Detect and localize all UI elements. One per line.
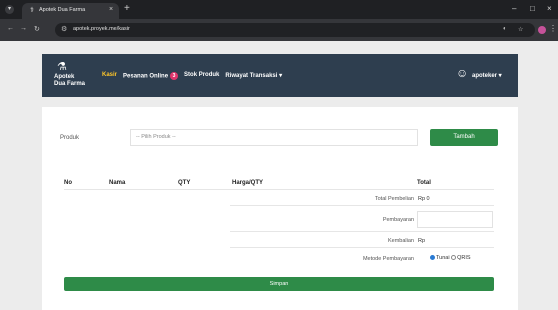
browser-toolbar: ← → ↻ ⚙ apotek.proyek.me/kasir ◐ ☆ ⋮ [0,19,558,41]
pembayaran-label: Pembayaran [382,217,414,223]
tab-close-icon[interactable]: × [109,6,113,13]
browser-tab-bar: ▾ ⚕ Apotek Dua Farma × + – □ × [0,0,558,19]
browser-menu-icon[interactable]: ⋮ [549,24,557,33]
nav-pesanan-label: Pesanan Online [123,73,169,80]
new-tab-button[interactable]: + [124,3,130,15]
radio-tunai-label: Tunai [436,255,450,261]
produk-select[interactable]: -- Pilih Produk -- [130,129,418,146]
reload-icon[interactable]: ↻ [34,25,40,33]
radio-tunai[interactable] [430,255,435,261]
top-navbar: ⚗ Apotek Dua Farma Kasir Pesanan Online 3… [42,54,518,97]
kasir-card: Produk -- Pilih Produk -- Tambah No Nama… [42,107,518,310]
back-icon[interactable]: ← [7,25,14,32]
col-total: Total [417,180,431,186]
site-info-icon[interactable]: ⚙ [61,25,67,33]
maximize-button[interactable]: □ [530,4,535,13]
url-text: apotek.proyek.me/kasir [73,26,130,32]
kembalian-value: Rp [418,238,426,244]
kembalian-divider [230,247,494,248]
nav-links: Kasir Pesanan Online 3 Stok Produk Riwaya… [102,72,282,80]
nav-riwayat-transaksi[interactable]: Riwayat Transaksi ▾ [225,72,282,80]
tab-title: Apotek Dua Farma [39,7,86,13]
mortar-pestle-logo-icon: ⚗ [57,61,67,73]
total-pembelian-value: Rp 0 [418,196,430,202]
user-avatar-icon: ☺ [456,66,469,80]
tambah-button[interactable]: Tambah [430,129,498,146]
radio-qris[interactable] [451,255,457,261]
nav-kasir[interactable]: Kasir [102,72,117,80]
brand-line-2: Dua Farma [54,80,86,87]
user-name: apoteker ▾ [472,73,502,79]
order-count-badge: 3 [170,72,179,80]
close-window-button[interactable]: × [547,4,552,13]
browser-tab[interactable]: ⚕ Apotek Dua Farma × [22,3,119,19]
extensions-icon[interactable]: ◐ [503,26,507,32]
bookmark-star-icon[interactable]: ☆ [518,26,523,33]
pembayaran-input[interactable] [417,211,493,228]
bayar-divider [230,231,494,232]
simpan-button[interactable]: Simpan [64,277,494,291]
metode-label: Metode Pembayaran [362,256,414,262]
radio-qris-label: QRIS [457,255,471,261]
address-bar[interactable]: ⚙ apotek.proyek.me/kasir ◐ ☆ [55,23,535,37]
favicon-icon: ⚕ [30,7,34,14]
total-pembelian-label: Total Pembelian [374,196,414,202]
profile-avatar[interactable] [538,26,546,34]
col-harga: Harga/QTY [232,180,264,186]
col-nama: Nama [109,180,126,186]
metode-radio-group: Tunai QRIS [430,255,471,261]
page-body: ⚗ Apotek Dua Farma Kasir Pesanan Online 3… [0,41,558,310]
kembalian-label: Kembalian [388,238,414,244]
header-divider [64,189,494,190]
produk-label: Produk [60,135,80,141]
brand-name[interactable]: Apotek Dua Farma [54,74,94,87]
forward-icon[interactable]: → [20,25,27,32]
tab-search-icon[interactable]: ▾ [5,5,14,14]
nav-pesanan-online[interactable]: Pesanan Online 3 [123,72,179,80]
minimize-button[interactable]: – [512,4,516,13]
total-divider [230,205,494,206]
nav-stok-produk[interactable]: Stok Produk [184,72,219,80]
col-no: No [64,180,72,186]
col-qty: QTY [178,180,191,186]
